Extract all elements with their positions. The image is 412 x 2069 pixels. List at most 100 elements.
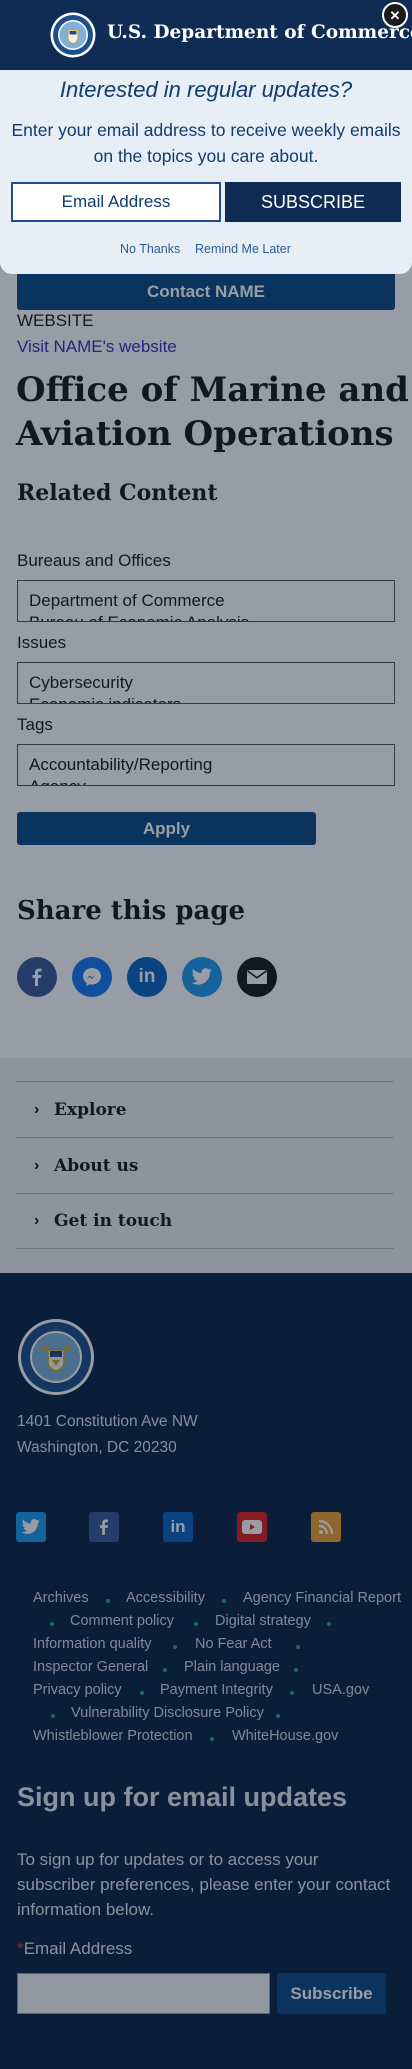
footer-link[interactable]: Comment policy (70, 1613, 174, 1629)
bureaus-option: Bureau of Economic Analysis (29, 613, 249, 621)
subscribe-label: SUBSCRIBE (260, 191, 366, 212)
link-separator (294, 1668, 298, 1672)
facebook-icon[interactable] (89, 1512, 119, 1542)
link-separator (327, 1622, 331, 1626)
email-icon[interactable] (237, 957, 277, 997)
link-separator (296, 1645, 300, 1649)
page-title-line2: Aviation Operations (16, 414, 394, 454)
page-title: Office of Marine and Aviation Operations (16, 368, 409, 456)
footer-link[interactable]: Archives (33, 1590, 89, 1606)
link-separator (290, 1691, 294, 1695)
link-separator (106, 1599, 110, 1603)
accordion-get-in-touch[interactable]: › Get in touch (16, 1193, 394, 1249)
page-title-line1: Office of Marine and (16, 370, 409, 410)
related-content-heading: Related Content (17, 480, 218, 506)
facebook-icon[interactable] (17, 957, 57, 997)
tags-option: Agency (29, 777, 86, 785)
linkedin-icon[interactable]: in (127, 957, 167, 997)
link-separator (163, 1668, 167, 1672)
link-separator (210, 1737, 214, 1741)
signup-text-line: To sign up for updates or to access your (17, 1850, 319, 1869)
apply-button[interactable]: Apply (17, 812, 316, 845)
bureaus-select[interactable]: Department of Commerce Bureau of Economi… (17, 580, 395, 622)
address-line: 1401 Constitution Ave NW (17, 1413, 198, 1430)
modal-header: U.S. Department of Commerce ✕ (0, 0, 412, 70)
modal-subscribe-button[interactable]: SUBSCRIBE (225, 182, 401, 222)
footer-email-input[interactable] (17, 1973, 270, 2014)
commerce-seal-logo (50, 12, 96, 58)
footer-link[interactable]: Payment Integrity (160, 1682, 273, 1698)
close-modal-button[interactable]: ✕ (382, 2, 408, 28)
website-link[interactable]: Visit NAME's website (17, 337, 177, 357)
contact-button[interactable]: Contact NAME (17, 274, 395, 310)
issues-option: Cybersecurity (29, 673, 133, 692)
chevron-right-icon: › (34, 1212, 40, 1229)
close-icon: ✕ (389, 7, 401, 23)
footer-link[interactable]: Inspector General (33, 1659, 148, 1675)
accordion-about-us[interactable]: › About us (16, 1137, 394, 1193)
footer-link[interactable]: Accessibility (126, 1590, 205, 1606)
footer-link[interactable]: No Fear Act (195, 1636, 272, 1652)
footer-accordion: › Explore › About us › Get in touch (0, 1058, 412, 1273)
footer-link[interactable]: Vulnerability Disclosure Policy (71, 1705, 264, 1721)
commerce-seal-logo (17, 1318, 95, 1396)
modal-description: Enter your email address to receive week… (0, 117, 412, 169)
subscribe-label: Subscribe (290, 1983, 373, 2003)
email-label-text: Email Address (23, 1939, 133, 1958)
apply-button-label: Apply (142, 818, 191, 838)
required-mark: * (17, 1939, 24, 1958)
bureaus-option: Department of Commerce (29, 591, 225, 610)
email-signup-heading: Sign up for email updates (17, 1782, 348, 1812)
link-separator (51, 1714, 55, 1718)
share-heading: Share this page (17, 896, 246, 926)
modal-heading: Interested in regular updates? (59, 77, 353, 102)
footer-subscribe-button[interactable]: Subscribe (277, 1973, 386, 2014)
modal-email-input[interactable]: Email Address (11, 182, 221, 222)
footer-link[interactable]: USA.gov (312, 1682, 369, 1698)
email-signup-description: To sign up for updates or to access your… (17, 1847, 390, 1922)
remind-later-link[interactable]: Remind Me Later (195, 242, 291, 256)
modal-brand-title: U.S. Department of Commerce (107, 22, 412, 43)
contact-button-label: Contact NAME (146, 282, 266, 301)
accordion-explore[interactable]: › Explore (16, 1081, 394, 1137)
footer-link[interactable]: Digital strategy (215, 1613, 311, 1629)
chevron-right-icon: › (34, 1156, 40, 1174)
tags-option: Accountability/Reporting (29, 755, 213, 774)
accordion-label: About us (54, 1155, 139, 1176)
signup-text-line: subscriber preferences, please enter you… (17, 1875, 391, 1894)
messenger-icon[interactable] (72, 957, 112, 997)
site-footer: 1401 Constitution Ave NW Washington, DC … (0, 1273, 412, 2069)
no-thanks-link[interactable]: No Thanks (120, 242, 180, 256)
youtube-icon[interactable] (237, 1512, 267, 1542)
link-separator (173, 1645, 177, 1649)
address-line: Washington, DC 20230 (17, 1439, 177, 1456)
footer-link[interactable]: Agency Financial Report (243, 1590, 401, 1606)
chevron-right-icon: › (34, 1100, 40, 1118)
twitter-icon[interactable] (16, 1512, 46, 1542)
footer-address: 1401 Constitution Ave NW Washington, DC … (17, 1409, 198, 1461)
page-background: Contact NAME WEBSITE Visit NAME's websit… (0, 0, 412, 2069)
link-separator (140, 1691, 144, 1695)
email-field-label: *Email Address (17, 1939, 132, 1959)
website-heading: WEBSITE (17, 311, 94, 330)
link-separator (222, 1599, 226, 1603)
linkedin-icon[interactable]: in (163, 1512, 193, 1542)
footer-link[interactable]: Information quality (33, 1636, 151, 1652)
twitter-icon[interactable] (182, 957, 222, 997)
issues-label: Issues (17, 633, 67, 652)
tags-select[interactable]: Accountability/Reporting Agency (17, 744, 395, 786)
footer-link[interactable]: Plain language (184, 1659, 280, 1675)
tags-label: Tags (17, 715, 53, 734)
rss-icon[interactable] (311, 1512, 341, 1542)
link-separator (194, 1622, 198, 1626)
footer-link[interactable]: Privacy policy (33, 1682, 122, 1698)
email-signup-modal: U.S. Department of Commerce ✕ Interested… (0, 0, 412, 274)
email-input-placeholder: Email Address (61, 192, 171, 211)
link-separator (276, 1714, 280, 1718)
link-separator (50, 1622, 54, 1626)
footer-link[interactable]: Whistleblower Protection (33, 1728, 193, 1744)
issues-select[interactable]: Cybersecurity Economic indicators (17, 662, 395, 704)
issues-option: Economic indicators (29, 695, 181, 703)
accordion-label: Explore (54, 1099, 127, 1120)
footer-link[interactable]: WhiteHouse.gov (232, 1728, 338, 1744)
